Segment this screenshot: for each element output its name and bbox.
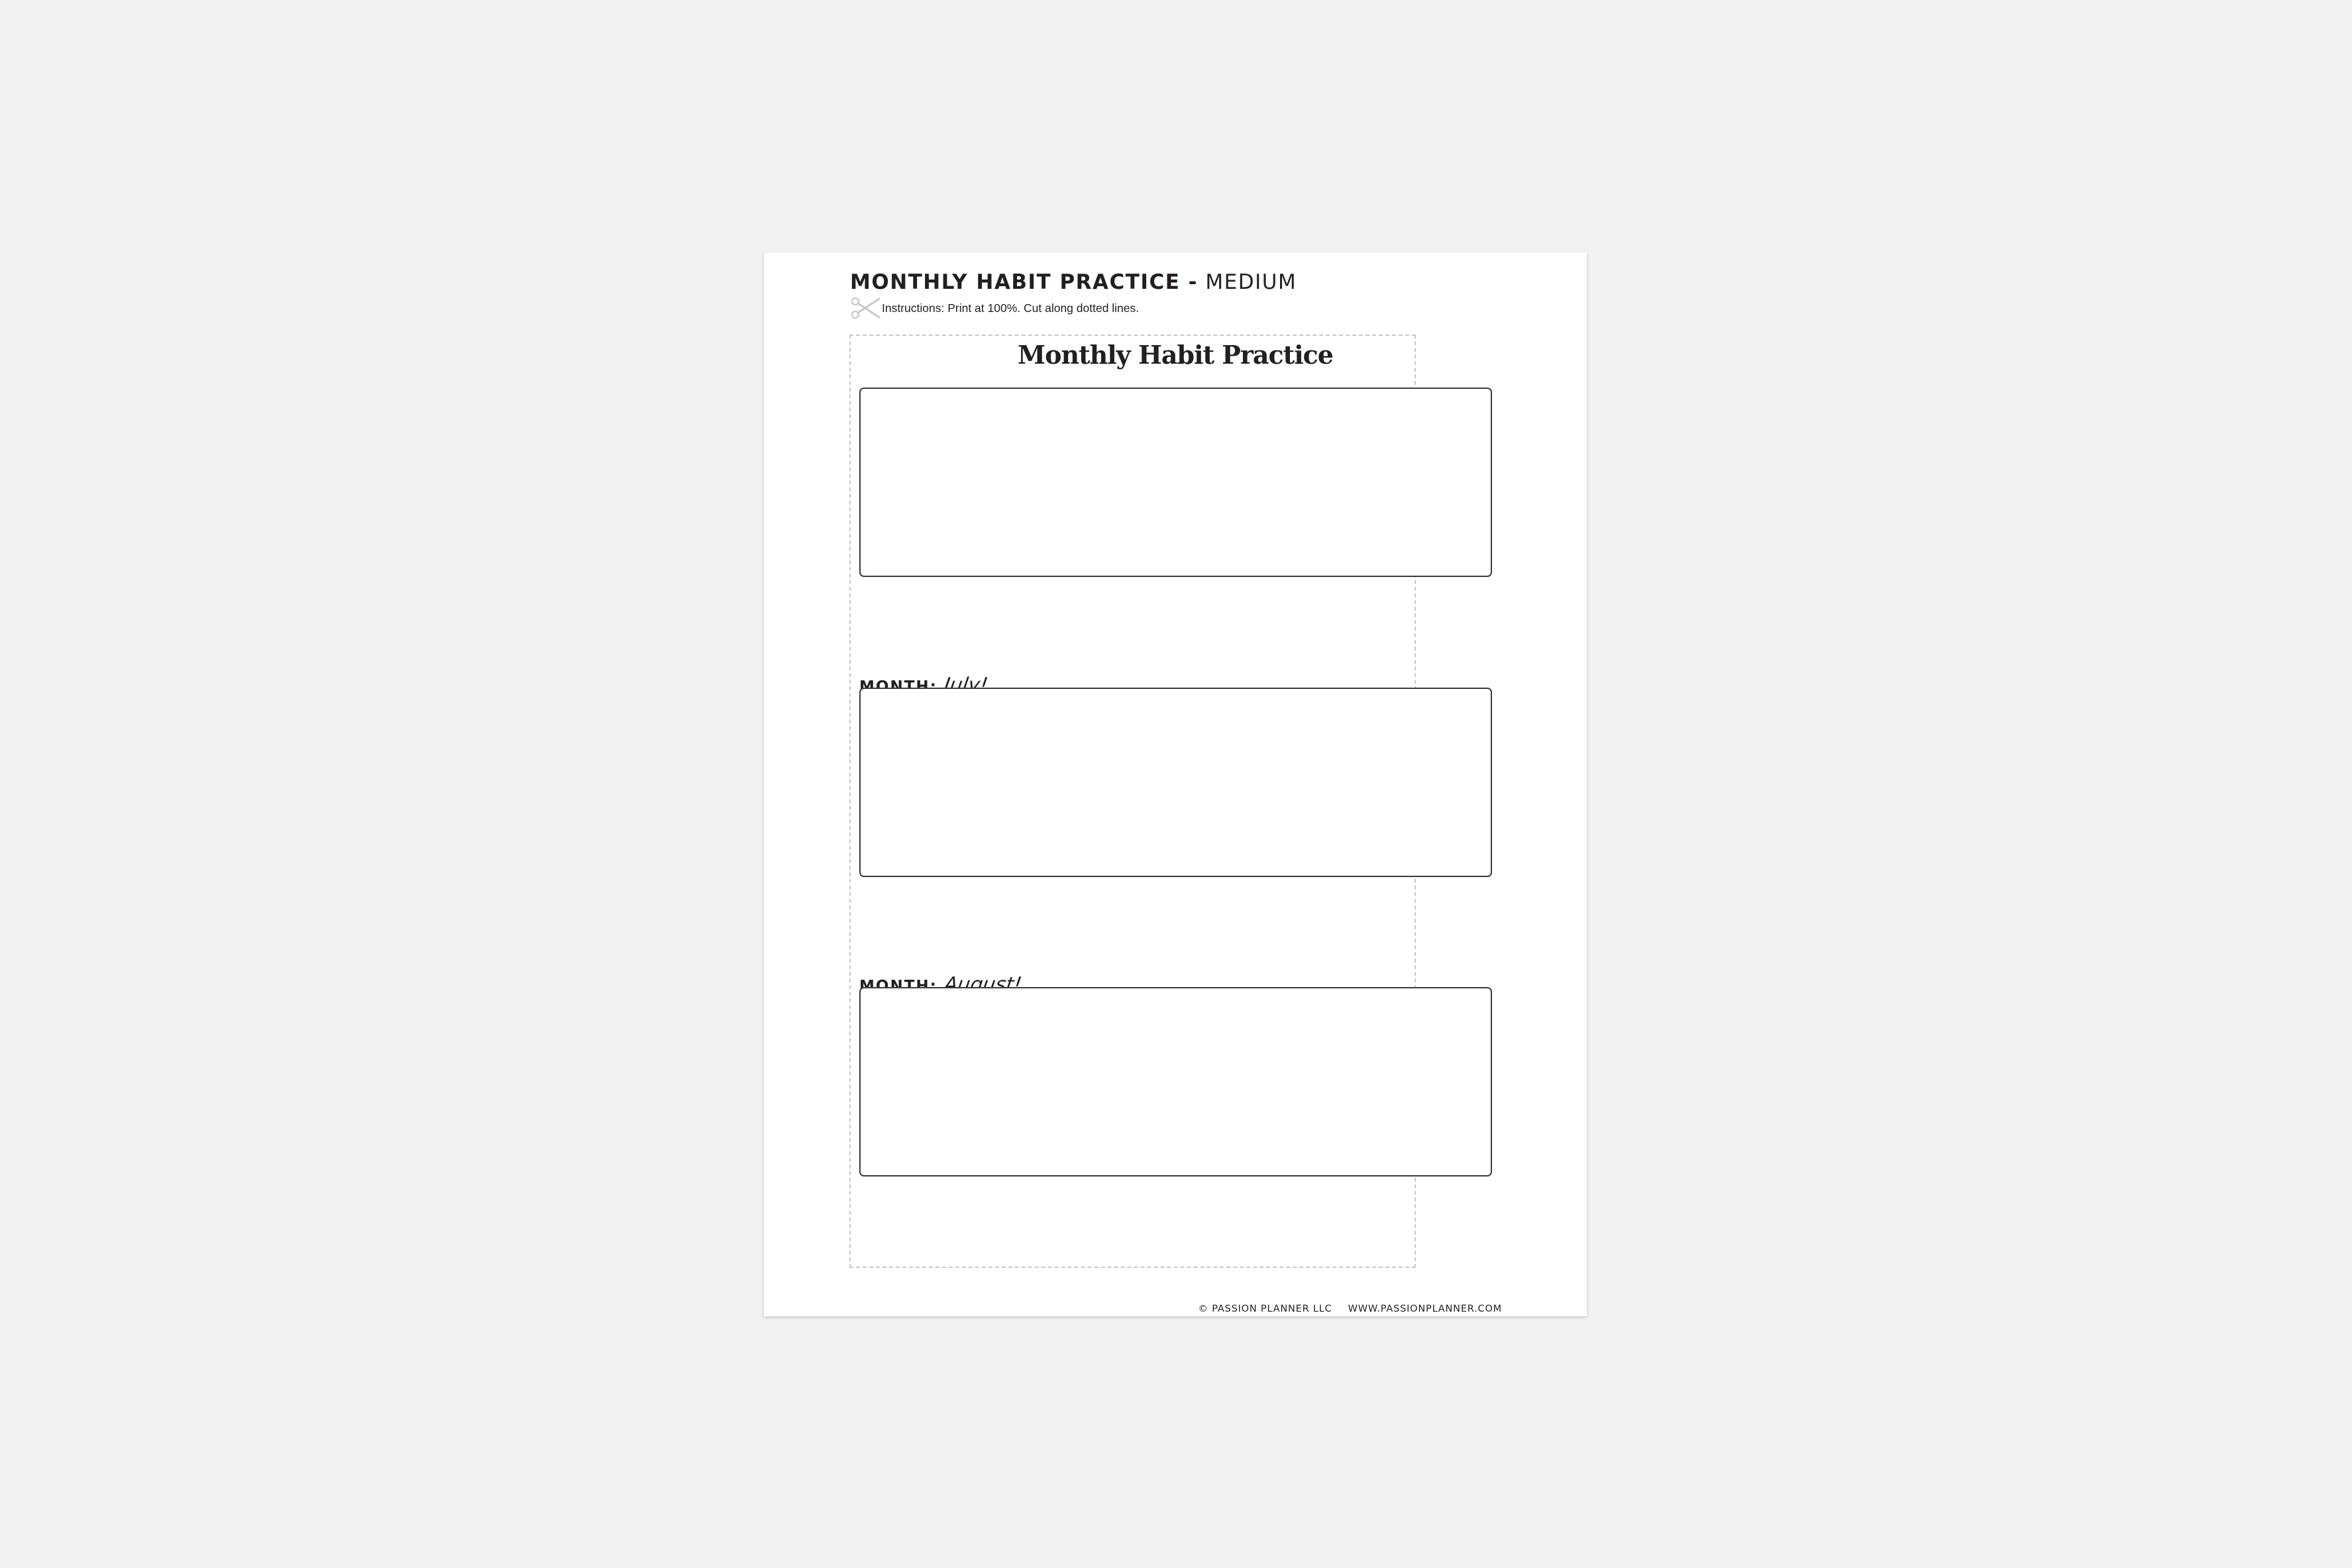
instructions-row: Instructions: Print at 100%. Cut along d… bbox=[850, 297, 1139, 319]
reflection-notes bbox=[859, 882, 1492, 957]
footer: © PASSION PLANNER LLC WWW.PASSIONPLANNER.… bbox=[1199, 1304, 1502, 1314]
scissors-icon bbox=[851, 297, 881, 319]
document-title-size: MEDIUM bbox=[1198, 270, 1297, 294]
habit-grid bbox=[859, 688, 1492, 877]
habit-tracker-page: MONTHLY HABIT PRACTICE - MEDIUM Instruct… bbox=[764, 252, 1587, 1316]
reflection-notes bbox=[859, 583, 1492, 658]
document-title: MONTHLY HABIT PRACTICE - MEDIUM bbox=[850, 270, 1297, 294]
footer-website[interactable]: WWW.PASSIONPLANNER.COM bbox=[1348, 1304, 1502, 1314]
reflection-notes bbox=[859, 1181, 1492, 1257]
habit-grid bbox=[859, 987, 1492, 1176]
habit-grid bbox=[859, 388, 1492, 577]
footer-copyright: © PASSION PLANNER LLC bbox=[1198, 1304, 1332, 1314]
sheet-heading: Monthly Habit Practice bbox=[1018, 340, 1334, 370]
document-title-main: MONTHLY HABIT PRACTICE - bbox=[850, 270, 1199, 294]
instructions-text: Instructions: Print at 100%. Cut along d… bbox=[882, 301, 1140, 315]
